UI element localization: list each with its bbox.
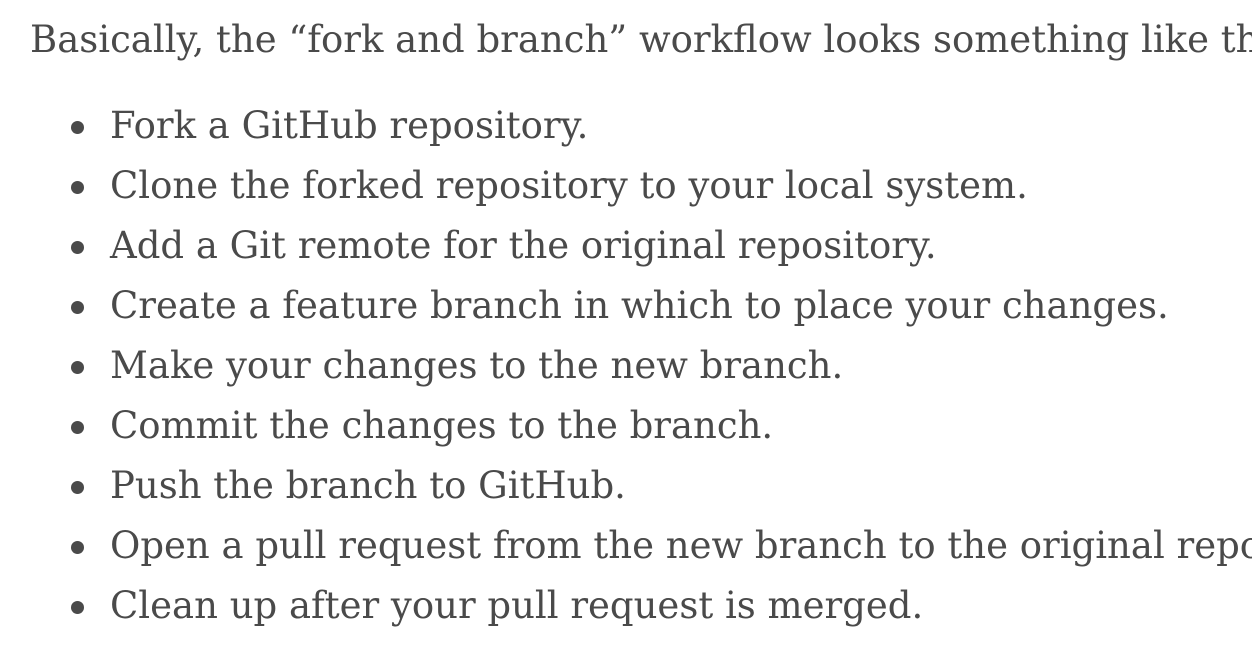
intro-paragraph: Basically, the “fork and branch” workflo… xyxy=(30,18,1252,61)
list-item: Create a feature branch in which to plac… xyxy=(30,276,1245,336)
bullet-icon xyxy=(71,121,84,134)
list-item-text: Push the branch to GitHub. xyxy=(110,464,626,507)
list-item: Clone the forked repository to your loca… xyxy=(30,156,1245,216)
bullet-icon xyxy=(71,301,84,314)
list-item: Clean up after your pull request is merg… xyxy=(30,576,1245,636)
list-item-text: Clean up after your pull request is merg… xyxy=(110,584,924,627)
list-item: Fork a GitHub repository. xyxy=(30,96,1245,156)
bullet-icon xyxy=(71,241,84,254)
list-item: Push the branch to GitHub. xyxy=(30,456,1245,516)
bullet-icon xyxy=(71,481,84,494)
list-item-text: Create a feature branch in which to plac… xyxy=(110,284,1169,327)
list-item-text: Fork a GitHub repository. xyxy=(110,104,589,147)
bullet-icon xyxy=(71,421,84,434)
list-item: Add a Git remote for the original reposi… xyxy=(30,216,1245,276)
bullet-icon xyxy=(71,181,84,194)
article-body: Basically, the “fork and branch” workflo… xyxy=(30,12,1252,636)
list-item: Make your changes to the new branch. xyxy=(30,336,1245,396)
workflow-steps-list: Fork a GitHub repository. Clone the fork… xyxy=(30,96,1252,636)
list-item-text: Clone the forked repository to your loca… xyxy=(110,164,1028,207)
list-item-text: Commit the changes to the branch. xyxy=(110,404,774,447)
list-item-text: Add a Git remote for the original reposi… xyxy=(110,224,937,267)
list-item-text: Open a pull request from the new branch … xyxy=(110,524,1252,567)
bullet-icon xyxy=(71,601,84,614)
list-item: Commit the changes to the branch. xyxy=(30,396,1245,456)
bullet-icon xyxy=(71,541,84,554)
list-item: Open a pull request from the new branch … xyxy=(30,516,1252,576)
list-item-text: Make your changes to the new branch. xyxy=(110,344,844,387)
bullet-icon xyxy=(71,361,84,374)
